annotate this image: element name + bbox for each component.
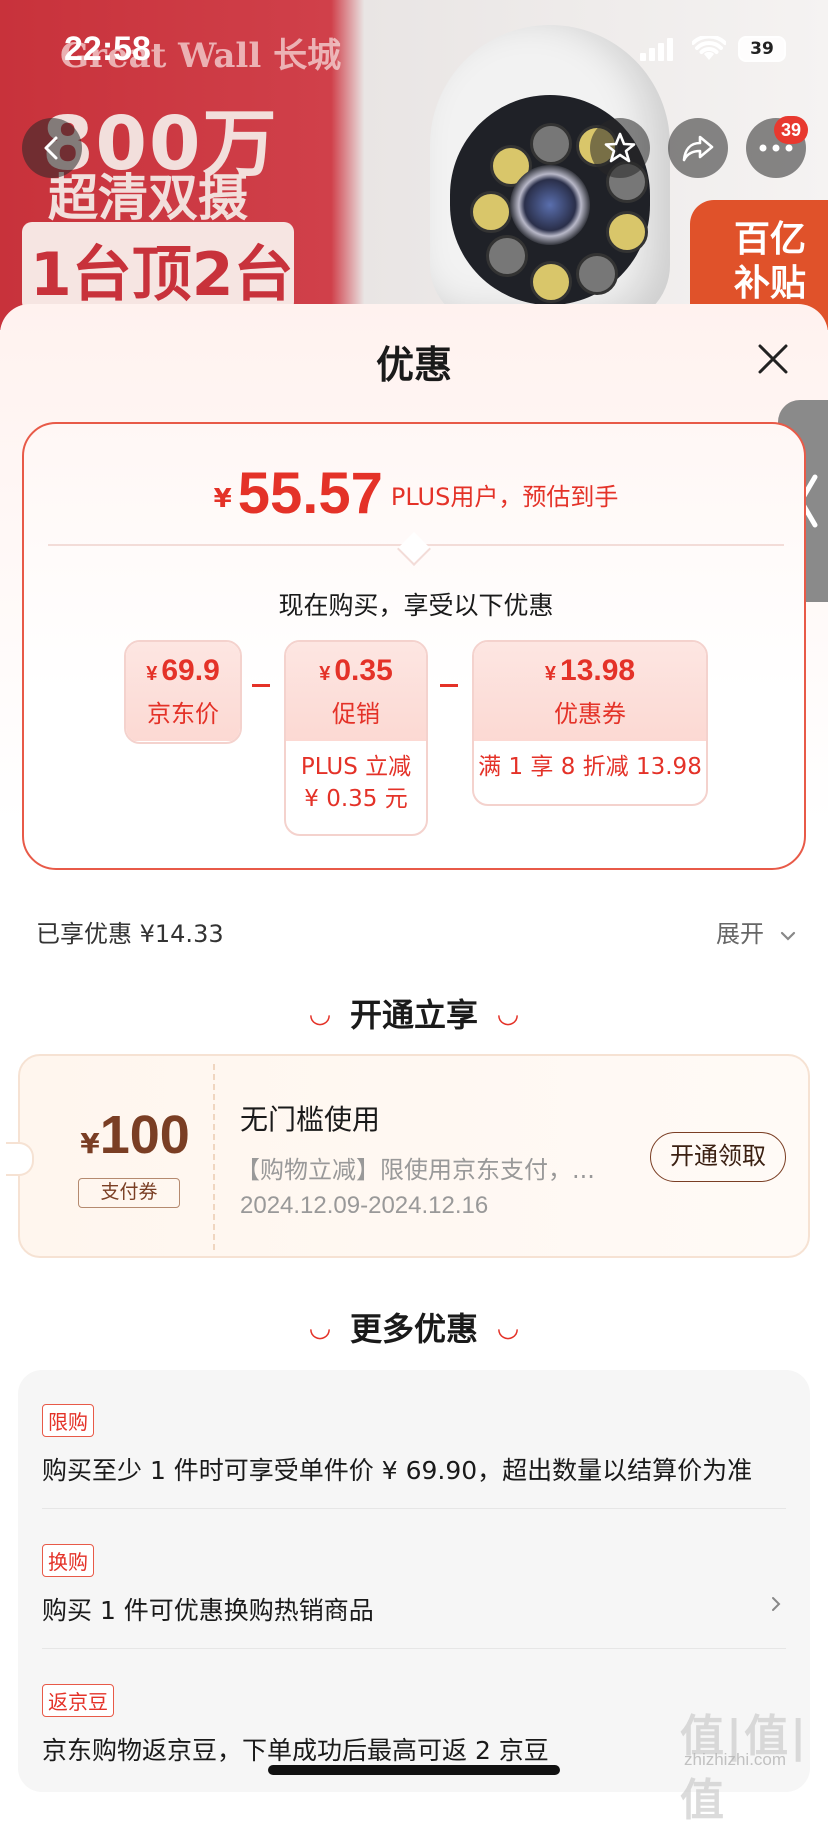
jd-price-value: ¥69.9 — [126, 642, 240, 688]
enjoyed-discount: 已享优惠 ¥14.33 — [36, 920, 224, 948]
coupon-description: 【购物立减】限使用京东支付，... — [236, 1156, 595, 1184]
battery-icon: 39 — [738, 36, 786, 62]
minus-sign — [252, 684, 270, 687]
section-title-text: 开通立享 — [349, 996, 478, 1034]
status-time: 22:58 — [64, 30, 151, 68]
more-dots-icon — [759, 144, 793, 152]
section-title-membership: ◡ 开通立享 ◡ — [0, 990, 828, 1036]
coupon-discount-top: ¥13.98 优惠券 — [474, 642, 706, 741]
activate-claim-button[interactable]: 开通领取 — [650, 1132, 786, 1182]
wifi-icon — [692, 36, 726, 60]
share-button[interactable] — [668, 118, 728, 178]
camera-led — [530, 123, 572, 165]
price-currency: ¥ — [213, 484, 232, 514]
close-icon[interactable] — [756, 342, 790, 376]
jd-price-box: ¥69.9 京东价 — [124, 640, 242, 744]
offer-item-exchange[interactable]: 换购 购买 1 件可优惠换购热销商品 — [42, 1544, 786, 1627]
offer-text: 购买 1 件可优惠换购热销商品 — [42, 1596, 374, 1625]
back-button[interactable] — [22, 118, 82, 178]
promotion-value: ¥0.35 — [286, 642, 426, 688]
camera-led — [486, 235, 528, 277]
sheet-title: 优惠 — [375, 343, 452, 387]
smile-ornament-icon: ◡ — [498, 999, 518, 1029]
promotion-box: ¥0.35 促销 PLUS 立减 ¥ 0.35 元 — [284, 640, 428, 836]
promotion-label: 促销 — [332, 700, 380, 728]
watermark-site: zhizhizhi.com — [684, 1750, 787, 1769]
coupon-validity: 2024.12.09-2024.12.16 — [240, 1192, 489, 1219]
coupon-discount-value: ¥13.98 — [474, 642, 706, 688]
payment-coupon-card[interactable]: ¥100 支付券 无门槛使用 【购物立减】限使用京东支付，... 2024.12… — [6, 1054, 810, 1258]
offer-text: 京东购物返京豆，下单成功后最高可返 2 京豆 — [42, 1736, 549, 1765]
coupon-discount-box: ¥13.98 优惠券 满 1 享 8 折减 13.98 — [472, 640, 708, 806]
promotion-currency: ¥ — [319, 663, 331, 685]
star-icon — [604, 132, 636, 163]
subsidy-line-1: 百亿 — [733, 219, 806, 260]
smile-ornament-icon: ◡ — [309, 999, 330, 1029]
price-breakdown-card: ¥55.57 PLUS用户，预估到手 现在购买，享受以下优惠 ¥69.9 京东价 … — [22, 422, 806, 870]
cellular-signal-icon — [640, 38, 676, 61]
offer-tag: 换购 — [42, 1544, 94, 1577]
promotion-detail-line: PLUS 立减 — [300, 754, 412, 780]
coupon-discount-label: 优惠券 — [554, 700, 626, 728]
status-bar: 22:58 39 — [0, 30, 828, 74]
camera-led — [470, 191, 512, 233]
smile-ornament-icon: ◡ — [498, 1313, 518, 1343]
camera-led — [606, 211, 648, 253]
coupon-amount-number: 100 — [99, 1105, 190, 1165]
divider — [42, 1648, 786, 1649]
divider — [42, 1508, 786, 1509]
chevron-right-icon — [772, 1597, 781, 1611]
home-indicator[interactable] — [268, 1765, 560, 1775]
estimated-price: ¥55.57 PLUS用户，预估到手 — [24, 460, 808, 527]
promotion-top: ¥0.35 促销 — [286, 642, 426, 741]
promotion-number: 0.35 — [334, 654, 393, 687]
chevron-left-icon — [44, 136, 58, 160]
coupon-title: 无门槛使用 — [240, 1103, 381, 1136]
section-title-text: 更多优惠 — [349, 1310, 478, 1348]
price-note: PLUS用户，预估到手 — [390, 483, 619, 511]
coupon-discount-currency: ¥ — [544, 663, 557, 685]
coupon-separator — [213, 1064, 215, 1250]
banner-highlight: 1台顶2台 — [30, 240, 294, 310]
coupon-type-tag: 支付券 — [78, 1178, 180, 1208]
camera-lens — [510, 165, 590, 245]
offer-text: 购买至少 1 件时可享受单件价 ¥ 69.90，超出数量以结算价为准 — [42, 1456, 753, 1485]
discount-subtitle: 现在购买，享受以下优惠 — [278, 591, 554, 620]
section-title-more-offers: ◡ 更多优惠 ◡ — [0, 1304, 828, 1350]
divider-notch — [397, 532, 431, 566]
smile-ornament-icon: ◡ — [309, 1313, 330, 1343]
subsidy-line-2: 补贴 — [733, 263, 806, 304]
jd-price-top: ¥69.9 京东价 — [126, 642, 240, 741]
offer-item-limit: 限购 购买至少 1 件时可享受单件价 ¥ 69.90，超出数量以结算价为准 — [42, 1404, 786, 1487]
jd-price-currency: ¥ — [146, 663, 158, 685]
coupon-amount: ¥100 — [60, 1104, 210, 1166]
message-count-badge: 39 — [774, 116, 808, 144]
offer-tag: 返京豆 — [42, 1684, 114, 1717]
coupon-currency: ¥ — [80, 1127, 100, 1160]
camera-led — [576, 253, 618, 295]
coupon-notch — [6, 1142, 34, 1176]
expand-label: 展开 — [716, 920, 764, 948]
banner-subline: 超清双摄 — [48, 169, 248, 227]
coupon-discount-number: 13.98 — [560, 654, 636, 687]
favorite-button[interactable] — [590, 118, 650, 178]
camera-led — [530, 261, 572, 303]
chevron-down-icon — [780, 931, 795, 941]
offer-tag: 限购 — [42, 1404, 94, 1437]
promotion-detail-line: ¥ 0.35 元 — [304, 786, 408, 812]
minus-sign — [440, 684, 458, 687]
promotion-detail: PLUS 立减 ¥ 0.35 元 — [286, 741, 426, 815]
expand-button[interactable]: 展开 — [716, 914, 796, 949]
jd-price-number: 69.9 — [161, 654, 220, 687]
offer-item-beans: 返京豆 京东购物返京豆，下单成功后最高可返 2 京豆 — [42, 1684, 786, 1767]
coupon-discount-detail: 满 1 享 8 折减 13.98 — [478, 754, 702, 780]
final-price: 55.57 — [237, 461, 383, 526]
jd-price-label: 京东价 — [147, 700, 219, 728]
share-icon — [682, 135, 714, 162]
